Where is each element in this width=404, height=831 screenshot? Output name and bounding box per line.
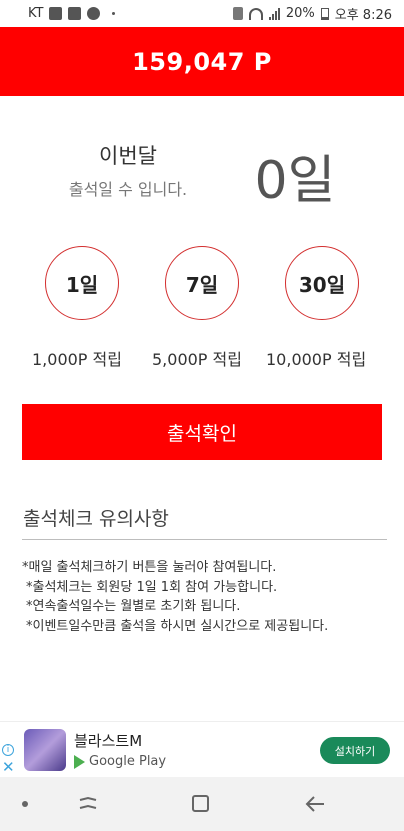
notice-list: *매일 출석체크하기 버튼을 눌러야 참여됩니다. *출석체크는 회원당 1일 … xyxy=(22,558,392,636)
notice-line: *출석체크는 회원당 1일 1회 참여 가능합니다. xyxy=(26,579,278,595)
more-notifications-icon xyxy=(112,12,116,15)
notice-line: *이벤트일수만큼 출석을 하시면 실시간으로 제공됩니다. xyxy=(26,618,329,634)
status-bar: KT 20% 오후 8:26 xyxy=(0,0,404,27)
attendance-days-value: 0일 xyxy=(254,151,336,211)
points-total: 159,047 P xyxy=(132,47,272,76)
reward-label-30day: 10,000P 적립 xyxy=(266,350,367,369)
reward-circle-1day: 1일 xyxy=(45,246,119,320)
reward-label-7day: 5,000P 적립 xyxy=(152,350,242,369)
ad-app-icon[interactable] xyxy=(24,729,66,771)
reward-day: 30일 xyxy=(298,272,346,297)
home-icon[interactable] xyxy=(192,795,209,812)
signal-icon xyxy=(268,7,280,20)
reward-label-1day: 1,000P 적립 xyxy=(32,350,122,369)
navigation-bar xyxy=(0,777,404,831)
gallery-notification-icon xyxy=(49,7,63,20)
reward-day: 7일 xyxy=(185,272,219,297)
nav-dot-icon[interactable] xyxy=(22,801,28,807)
wifi-icon xyxy=(248,7,263,20)
clock-notification-icon xyxy=(87,7,101,20)
reward-day: 1일 xyxy=(65,272,99,297)
mute-icon xyxy=(232,7,243,20)
battery-percent: 20% xyxy=(285,6,315,21)
ad-close-icon[interactable]: ✕ xyxy=(2,760,15,775)
ad-info-icon[interactable]: i xyxy=(2,744,14,756)
month-title: 이번달 xyxy=(99,144,157,168)
notice-line: *매일 출석체크하기 버튼을 눌러야 참여됩니다. xyxy=(22,560,277,575)
month-subtitle: 출석일 수 입니다. xyxy=(68,180,188,199)
ad-banner[interactable]: i ✕ 블라스트M Google Play 설치하기 xyxy=(0,721,404,777)
reward-circle-7day: 7일 xyxy=(165,246,239,320)
checkin-button[interactable]: 출석확인 xyxy=(22,404,382,460)
ad-install-button[interactable]: 설치하기 xyxy=(320,737,390,764)
notice-line: *연속출석일수는 월별로 초기화 됩니다. xyxy=(26,599,241,614)
ad-app-name[interactable]: 블라스트M xyxy=(74,730,142,751)
back-icon[interactable] xyxy=(304,794,326,814)
recent-apps-icon[interactable] xyxy=(78,794,98,814)
notice-title: 출석체크 유의사항 xyxy=(23,508,169,530)
battery-icon xyxy=(320,7,329,20)
app-notification-icon xyxy=(68,7,82,20)
ad-store: Google Play xyxy=(74,754,166,769)
carrier-label: KT xyxy=(28,6,44,21)
points-header: 159,047 P xyxy=(0,27,404,96)
ad-store-label: Google Play xyxy=(89,754,167,769)
reward-circle-30day: 30일 xyxy=(285,246,359,320)
google-play-icon xyxy=(74,754,85,769)
notice-divider xyxy=(22,539,387,540)
clock: 오후 8:26 xyxy=(334,8,392,23)
